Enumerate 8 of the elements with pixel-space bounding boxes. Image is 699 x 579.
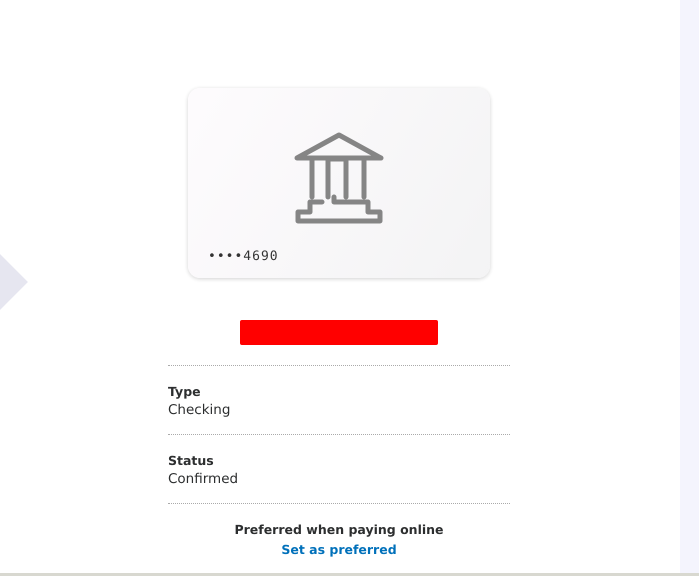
bank-icon (294, 132, 384, 224)
set-preferred-link[interactable]: Set as preferred (281, 542, 397, 559)
detail-value: Confirmed (168, 470, 238, 488)
account-number: ••••4690 (208, 248, 279, 266)
preferred-text: Preferred when paying online (234, 522, 444, 538)
detail-value: Checking (168, 400, 230, 420)
detail-label: Type (168, 384, 201, 401)
detail-label: Status (168, 453, 214, 470)
